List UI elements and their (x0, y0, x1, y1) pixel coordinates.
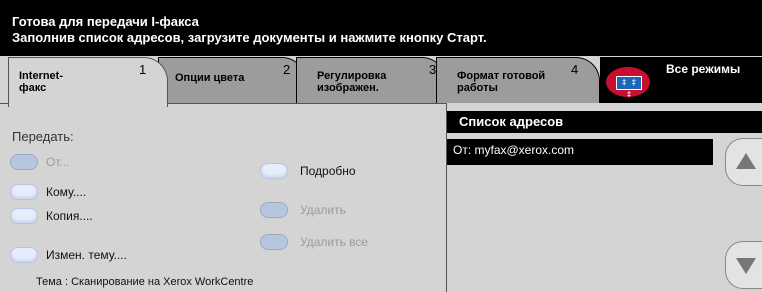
send-options-panel: Передать: От... Кому.... Копия.... Измен… (0, 103, 446, 292)
scroll-down-button[interactable] (725, 241, 762, 289)
status-title: Готова для передачи I-факса (12, 14, 199, 29)
all-modes-button[interactable]: ‡ ‡ ‡ Все режимы (600, 57, 762, 103)
delete-label: Удалить (300, 203, 346, 217)
copy-button-indicator (10, 208, 38, 224)
to-button-indicator (10, 184, 38, 200)
list-item[interactable]: От: myfax@xerox.com (447, 139, 713, 165)
tab-label: Регулировка изображен. (317, 70, 387, 94)
from-label: От... (46, 155, 70, 169)
copy-label: Копия.... (46, 209, 93, 223)
tab-label: Internet- факс (19, 70, 63, 94)
arrow-down-icon (736, 258, 756, 274)
delete-button-indicator (260, 202, 288, 218)
arrow-up-icon (736, 153, 756, 169)
scroll-up-button[interactable] (725, 138, 762, 186)
from-button-indicator (10, 154, 38, 170)
tab-number: 1 (139, 62, 147, 77)
details-button-indicator (260, 163, 288, 179)
tab-number: 4 (571, 62, 579, 77)
delete-all-label: Удалить все (300, 235, 369, 249)
tab-number: 2 (283, 62, 291, 77)
subject-text: Тема : Сканирование на Xerox WorkCentre (36, 276, 254, 288)
all-modes-label: Все режимы (666, 62, 741, 76)
tab-label: Формат готовой работы (457, 70, 546, 94)
status-bar: Готова для передачи I-факса Заполнив спи… (0, 0, 762, 56)
tab-color-options[interactable]: Опции цвета 2 (158, 57, 306, 103)
tab-label: Опции цвета (175, 72, 245, 84)
address-list-header: Список адресов (447, 111, 762, 133)
address-list-panel: Список адресов От: myfax@xerox.com (446, 103, 762, 292)
tab-image-adjustment[interactable]: Регулировка изображен. 3 (296, 57, 446, 103)
send-label: Передать: (12, 129, 74, 144)
change-subject-button-indicator (10, 247, 38, 263)
to-label: Кому.... (46, 185, 87, 199)
tab-output-format[interactable]: Формат готовой работы 4 (436, 57, 600, 103)
change-subject-label: Измен. тему.... (46, 248, 127, 262)
details-label: Подробно (300, 164, 356, 178)
delete-all-button-indicator (260, 234, 288, 250)
all-modes-icon: ‡ ‡ ‡ (606, 67, 650, 99)
tab-internet-fax[interactable]: Internet- факс 1 (8, 57, 168, 107)
status-instructions: Заполнив список адресов, загрузите докум… (12, 30, 487, 45)
